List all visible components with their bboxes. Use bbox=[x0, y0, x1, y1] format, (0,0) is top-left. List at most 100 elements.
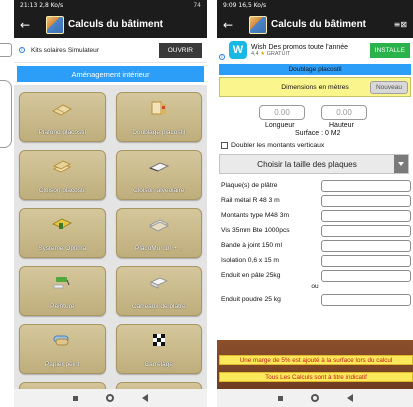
material-label: Montants type M48 3m bbox=[221, 212, 290, 219]
material-row: Vis 35mm Bte 1000pcs bbox=[217, 223, 413, 238]
plaster-tile-icon bbox=[149, 277, 168, 289]
tile-doublage-placostil[interactable]: Doublage placostil bbox=[115, 92, 202, 142]
tile-cloison-alveolaire[interactable]: Cloison alvéolaire bbox=[115, 150, 202, 200]
tile-peinture[interactable]: Peinture bbox=[19, 266, 106, 316]
screenshot: 21:13 2,8 Ko/s 74 ← Calculs du bâtiment … bbox=[0, 0, 413, 407]
placomur-icon bbox=[148, 219, 169, 232]
status-time: 9:09 bbox=[223, 2, 237, 9]
material-row: Enduit en pâte 25kg bbox=[217, 268, 413, 283]
tile-carrelage[interactable]: Carrelage bbox=[115, 324, 202, 374]
nav-back-icon[interactable] bbox=[142, 394, 148, 402]
nav-back-icon[interactable] bbox=[346, 394, 353, 402]
app-logo-icon bbox=[249, 15, 267, 34]
ad-info-icon[interactable]: i bbox=[19, 47, 25, 53]
tile-label: Cloison placostil bbox=[38, 187, 86, 194]
material-value-field[interactable] bbox=[321, 293, 411, 306]
edge-frame-top bbox=[0, 43, 12, 57]
dropdown-arrow-icon[interactable] bbox=[394, 155, 408, 173]
tile-label: Cloison alvéolaire bbox=[133, 187, 185, 194]
material-row: Plaque(s) de plâtre bbox=[217, 178, 413, 193]
longueur-input[interactable]: 0.00 bbox=[259, 105, 305, 120]
tile-partial[interactable] bbox=[115, 382, 202, 389]
phone-menu-screen: 21:13 2,8 Ko/s 74 ← Calculs du bâtiment … bbox=[14, 0, 207, 407]
home-icon[interactable] bbox=[106, 394, 114, 402]
star-icon: ★ bbox=[260, 50, 266, 57]
material-row: Enduit poudre 25 kg bbox=[217, 292, 413, 307]
double-montants-row[interactable]: Doubler les montants verticaux bbox=[217, 140, 413, 151]
page-title: Doublage placostil bbox=[219, 64, 411, 75]
honeycomb-partition-icon bbox=[148, 162, 169, 172]
dimensions-row: Dimensions en mètres Nouveau bbox=[219, 77, 411, 97]
margin-warning: Une marge de 5% est ajouté à la surface … bbox=[219, 355, 413, 365]
ad-info-icon[interactable]: i bbox=[219, 54, 225, 60]
tile-label: Carrelage bbox=[144, 361, 174, 368]
tile-placomur[interactable]: PlacoMur 10 + .. bbox=[115, 208, 202, 258]
hauteur-input[interactable]: 0.00 bbox=[321, 105, 367, 120]
tile-systeme-optima[interactable]: Systeme Optima bbox=[19, 208, 106, 258]
material-row: Montants type M48 3m bbox=[217, 208, 413, 223]
material-label: Vis 35mm Bte 1000pcs bbox=[221, 227, 290, 234]
back-arrow-icon[interactable]: ← bbox=[20, 18, 38, 32]
status-bar: 21:13 2,8 Ko/s 74 bbox=[14, 0, 207, 11]
tile-carreaux-de-platre[interactable]: Carreaux de plâtre bbox=[115, 266, 202, 316]
phone-calculator-screen: 9:09 16,5 Ko/s ← Calculs du bâtiment ≡⊠ … bbox=[217, 0, 413, 407]
app-bar: ← Calculs du bâtiment ≡⊠ bbox=[217, 11, 413, 38]
hauteur-label: Hauteur bbox=[329, 122, 354, 129]
ad-banner[interactable]: W Wish Des promos toute l'année 4,4 ★ GR… bbox=[217, 38, 413, 62]
recent-apps-icon[interactable] bbox=[73, 395, 78, 401]
partition-icon bbox=[53, 160, 72, 173]
tile-label: Plafond placostil bbox=[38, 129, 86, 136]
material-row: Isolation 0,6 x 15 m bbox=[217, 253, 413, 268]
or-separator: ou bbox=[311, 283, 319, 290]
home-icon[interactable] bbox=[310, 394, 319, 402]
ad-text: Kits solaires Simulateur bbox=[31, 46, 99, 54]
material-value-field[interactable] bbox=[321, 194, 411, 207]
material-label: Isolation 0,6 x 15 m bbox=[221, 257, 279, 264]
ceiling-icon bbox=[52, 104, 73, 116]
material-value-field[interactable] bbox=[321, 209, 411, 222]
material-value-field[interactable] bbox=[321, 269, 411, 282]
app-logo-icon bbox=[46, 15, 64, 34]
status-time: 21:13 bbox=[20, 2, 38, 9]
plate-size-select[interactable]: Choisir la taille des plaques bbox=[219, 154, 409, 174]
paint-roller-icon bbox=[53, 277, 70, 289]
back-arrow-icon[interactable]: ← bbox=[223, 18, 241, 32]
ad-open-button[interactable]: OUVRIR bbox=[158, 42, 202, 58]
material-label: Rail métal R 48 3 m bbox=[221, 197, 280, 204]
menu-mail-icon[interactable]: ≡⊠ bbox=[394, 20, 407, 29]
material-value-field[interactable] bbox=[321, 239, 411, 252]
material-row: Rail métal R 48 3 m bbox=[217, 193, 413, 208]
ad-banner[interactable]: i Kits solaires Simulateur OUVRIR bbox=[14, 38, 207, 63]
recent-apps-icon[interactable] bbox=[277, 395, 283, 401]
material-value-field[interactable] bbox=[321, 224, 411, 237]
app-title: Calculs du bâtiment bbox=[271, 19, 367, 30]
material-value-field[interactable] bbox=[321, 254, 411, 267]
materials-list: Plaque(s) de plâtre Rail métal R 48 3 m … bbox=[217, 178, 413, 307]
optima-system-icon bbox=[52, 218, 73, 229]
material-value-field[interactable] bbox=[321, 179, 411, 192]
indicative-warning: Tous Les Calculs sont à titre indicatif bbox=[219, 372, 413, 382]
system-nav-bar bbox=[217, 389, 413, 407]
wish-logo-icon: W bbox=[229, 41, 247, 59]
tile-label: PlacoMur 10 + .. bbox=[134, 245, 183, 252]
double-montants-checkbox[interactable] bbox=[221, 142, 228, 149]
ad-install-button[interactable]: INSTALLE bbox=[369, 42, 410, 58]
app-title: Calculs du bâtiment bbox=[68, 19, 164, 30]
material-label: Enduit en pâte 25kg bbox=[221, 272, 281, 279]
ad-title: Wish Des promos toute l'année bbox=[251, 43, 349, 51]
tile-plafond-placostil[interactable]: Plafond placostil bbox=[19, 92, 106, 142]
menu-grid-area[interactable]: Plafond placostil Doublage placostil Clo… bbox=[14, 85, 207, 389]
tile-cloison-placostil[interactable]: Cloison placostil bbox=[19, 150, 106, 200]
left-edge-fragment bbox=[0, 0, 14, 407]
nouveau-button[interactable]: Nouveau bbox=[369, 81, 408, 94]
tile-partial[interactable] bbox=[19, 382, 106, 389]
tile-label: Doublage placostil bbox=[132, 129, 186, 136]
surface-readout: Surface : 0 M2 bbox=[295, 130, 341, 137]
section-header: Aménagement intérieur bbox=[17, 66, 204, 82]
material-label: Plaque(s) de plâtre bbox=[221, 182, 278, 189]
material-label: Bande à joint 150 ml bbox=[221, 242, 282, 249]
plate-size-value: Choisir la taille des plaques bbox=[257, 159, 357, 169]
dimension-inputs: 0.00 0.00 Longueur Hauteur Surface : 0 M… bbox=[217, 97, 413, 140]
tile-papier-peint[interactable]: Papier peint bbox=[19, 324, 106, 374]
status-network-speed: 16,5 Ko/s bbox=[238, 2, 267, 9]
